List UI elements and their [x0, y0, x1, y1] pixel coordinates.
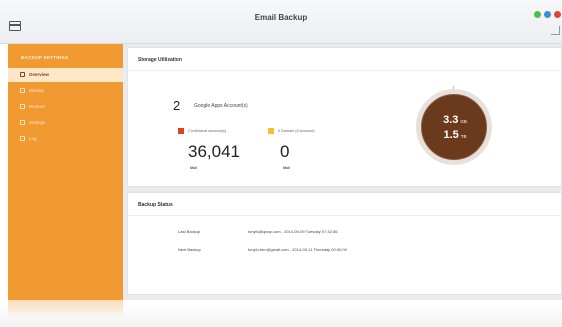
- sidebar-item-backup[interactable]: Backup: [8, 84, 123, 98]
- resize-icon: [551, 26, 560, 35]
- sidebar-item-log[interactable]: Log: [8, 132, 123, 146]
- backup-icon: [20, 88, 25, 93]
- backup-status-panel: Backup Status Last Backup tonyfu@qnap.co…: [127, 192, 562, 295]
- account-label: Google Apps Account(s): [194, 103, 248, 109]
- domain-mail-count: 0: [280, 142, 290, 161]
- gauge-total-number: 1.5: [443, 129, 459, 141]
- gauge-total-value: 1.5 TB: [422, 129, 488, 141]
- last-backup-value: tonyfu@qnap.com - 2014-09-09 Tuesday 07:…: [248, 229, 338, 234]
- sidebar-item-label: Settings: [29, 120, 46, 125]
- overview-icon: [20, 72, 25, 77]
- maximize-button[interactable]: [534, 11, 541, 18]
- sidebar-item-label: Restore: [29, 104, 45, 109]
- main-content: Storage Utilization 2 Google Apps Accoun…: [123, 44, 562, 300]
- title-bar: Email Backup: [0, 0, 562, 44]
- window-title: Email Backup: [254, 13, 308, 22]
- domain-mail-label: Mail: [283, 166, 290, 170]
- divider: [128, 215, 561, 216]
- individual-mail-count: 36,041: [188, 142, 240, 161]
- gauge-used-number: 3.3: [443, 114, 459, 126]
- domain-legend-swatch: [268, 128, 274, 134]
- sidebar-section-title: BACKUP SETTINGS: [21, 55, 69, 60]
- sidebar-reflection: [8, 300, 123, 318]
- close-button[interactable]: [554, 11, 561, 18]
- storage-gauge: 3.3 GB 1.5 TB: [416, 89, 492, 165]
- last-backup-label: Last Backup: [178, 229, 201, 234]
- account-count: 2: [173, 98, 181, 113]
- individual-legend-label: 2 Individual account(s): [188, 129, 226, 133]
- gauge-used-value: 3.3 GB: [422, 114, 488, 126]
- next-backup-value: tonyfu.tien@gmail.com - 2014-09-11 Thurs…: [248, 247, 347, 252]
- gauge-used-unit: GB: [460, 119, 467, 124]
- sidebar: BACKUP SETTINGS Overview Backup Restore …: [8, 44, 123, 304]
- settings-icon: [20, 120, 25, 125]
- sidebar-item-settings[interactable]: Settings: [8, 116, 123, 130]
- log-icon: [20, 136, 25, 141]
- sidebar-item-overview[interactable]: Overview: [8, 68, 123, 82]
- app-window-icon[interactable]: [9, 21, 21, 31]
- sidebar-item-label: Log: [29, 136, 37, 141]
- sidebar-item-label: Overview: [29, 72, 50, 77]
- domain-legend-label: 0 Domain (0 Account): [278, 129, 315, 133]
- individual-mail-label: Mail: [190, 166, 197, 170]
- restore-icon: [20, 104, 25, 109]
- storage-gauge-center: 3.3 GB 1.5 TB: [421, 94, 487, 160]
- next-backup-label: Next Backup: [178, 247, 201, 252]
- gauge-total-unit: TB: [460, 134, 467, 139]
- sidebar-item-restore[interactable]: Restore: [8, 100, 123, 114]
- storage-utilization-panel: Storage Utilization 2 Google Apps Accoun…: [127, 47, 562, 187]
- minimize-button[interactable]: [544, 11, 551, 18]
- backup-panel-title: Backup Status: [138, 202, 173, 208]
- individual-legend-swatch: [178, 128, 184, 134]
- divider: [128, 70, 561, 71]
- storage-panel-title: Storage Utilization: [138, 57, 182, 63]
- sidebar-item-label: Backup: [29, 88, 45, 93]
